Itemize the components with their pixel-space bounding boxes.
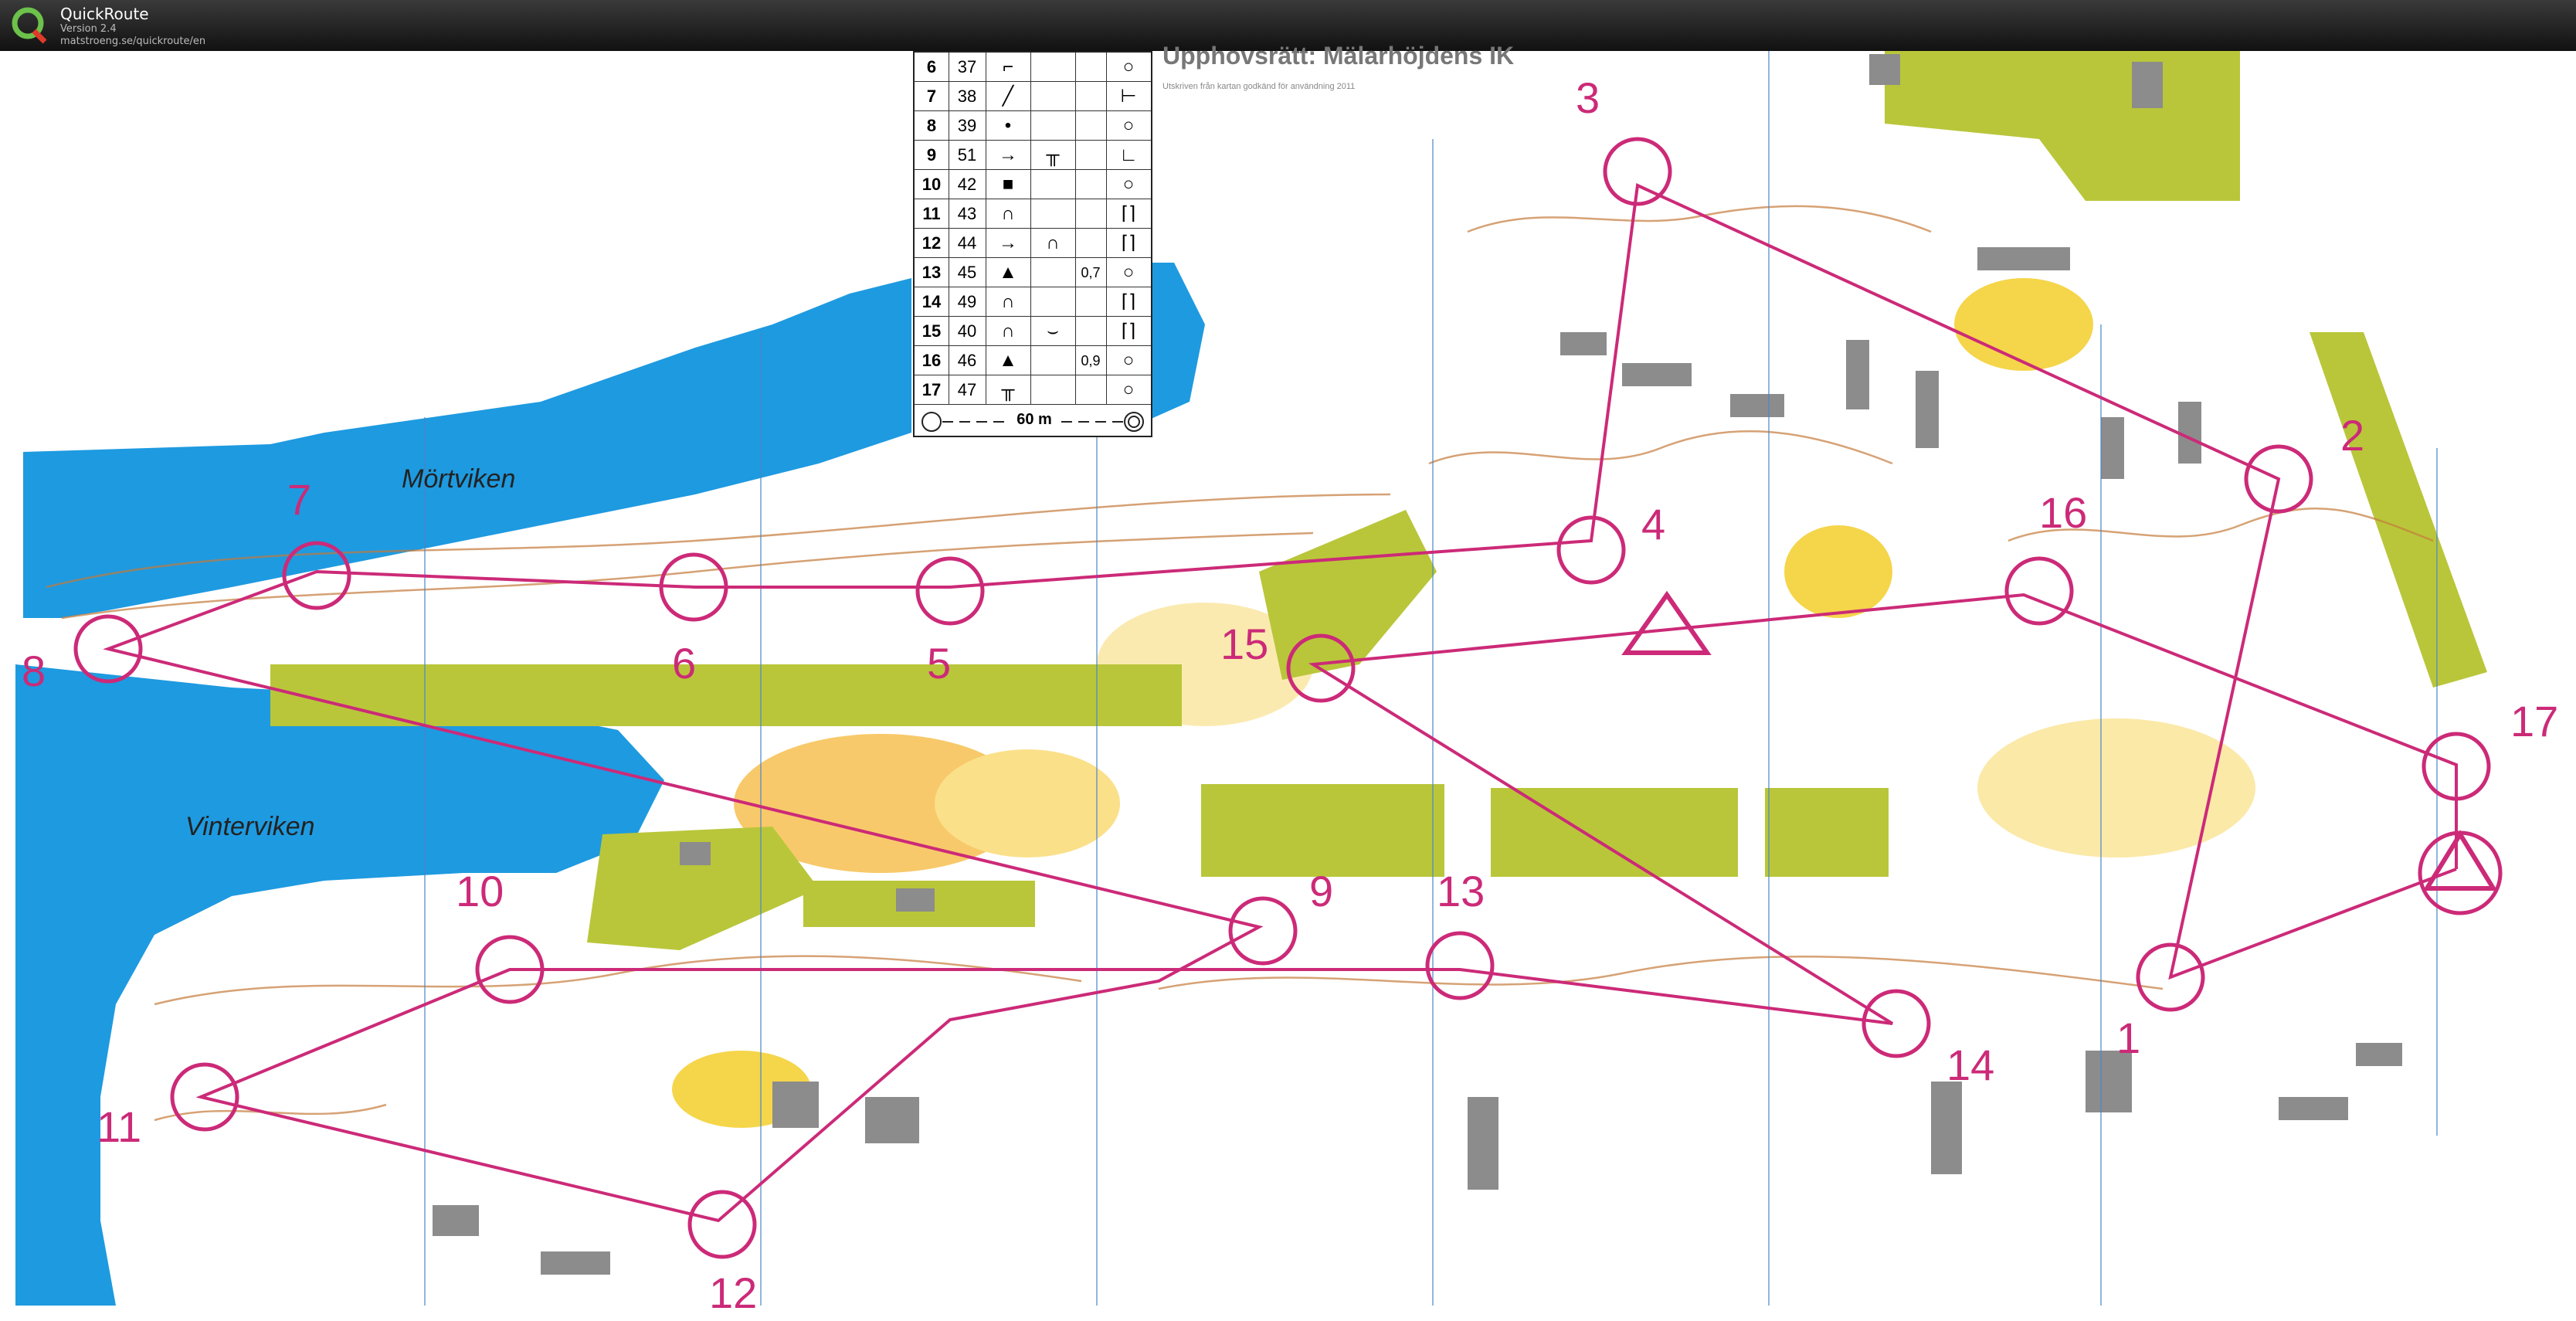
- feature-symbol-icon: ⌐: [986, 53, 1031, 82]
- place-label-mortviken: Mörtviken: [402, 464, 516, 494]
- cd-row: 14 49 ∩ ⌈⌉: [915, 287, 1151, 317]
- control-label-6: 6: [672, 639, 697, 688]
- cd-row: 6 37 ⌐ ○: [915, 53, 1151, 82]
- feature-detail-icon: ⌣: [1030, 317, 1076, 346]
- feature-symbol-icon: ■: [986, 170, 1031, 199]
- location-symbol-icon: ○: [1122, 56, 1135, 77]
- location-symbol-icon: ⌈⌉: [1121, 291, 1136, 312]
- control-label-1: 1: [2116, 1014, 2141, 1062]
- feature-symbol-icon: ▲: [986, 258, 1031, 287]
- finish-distance-row: 60 m: [915, 405, 1151, 439]
- location-symbol-icon: ⌈⌉: [1121, 321, 1136, 341]
- control-label-13: 13: [1437, 867, 1485, 915]
- control-label-12: 12: [709, 1268, 758, 1317]
- control-label-3: 3: [1576, 73, 1600, 122]
- location-symbol-icon: ○: [1122, 350, 1135, 371]
- location-symbol-icon: ⊢: [1120, 86, 1137, 107]
- feature-symbol-icon: ∩: [1030, 229, 1076, 258]
- feature-symbol-icon: •: [986, 111, 1031, 141]
- control-label-2: 2: [2340, 411, 2365, 460]
- cd-row: 10 42 ■ ○: [915, 170, 1151, 199]
- feature-symbol-icon: ╥: [1030, 141, 1076, 170]
- location-symbol-icon: ⌈⌉: [1121, 203, 1136, 224]
- location-symbol-icon: ○: [1122, 262, 1135, 283]
- copyright-subtitle: Utskriven från kartan godkänd för använd…: [1162, 82, 1356, 91]
- feature-symbol-icon: ∩: [986, 317, 1031, 346]
- orienteering-map[interactable]: Upphovsrätt: Mälarhöjdens IK Utskriven f…: [0, 42, 2576, 1321]
- feature-symbol-icon: ╥: [986, 375, 1031, 405]
- feature-symbol-icon: ∩: [986, 287, 1031, 317]
- cd-row: 13 45 ▲ 0,7 ○: [915, 258, 1151, 287]
- location-symbol-icon: ○: [1122, 379, 1135, 400]
- arrow-right-icon: →: [986, 229, 1031, 258]
- app-version: Version 2.4: [60, 23, 117, 35]
- control-label-15: 15: [1220, 620, 1269, 668]
- control-description-table: 6 37 ⌐ ○ 7 38 ╱ ⊢ 8 39 • ○ 9 51 → ╥ ∟ 10…: [913, 51, 1152, 437]
- map-canvas: [0, 51, 2576, 1321]
- location-symbol-icon: ○: [1122, 115, 1135, 136]
- cd-row: 12 44 → ∩ ⌈⌉: [915, 229, 1151, 258]
- control-label-10: 10: [456, 867, 504, 915]
- control-label-8: 8: [22, 647, 46, 695]
- cd-row: 9 51 → ╥ ∟: [915, 141, 1151, 170]
- cd-row: 17 47 ╥ ○: [915, 375, 1151, 405]
- control-label-7: 7: [287, 475, 312, 524]
- feature-symbol-icon: ∩: [986, 199, 1031, 229]
- control-label-4: 4: [1641, 500, 1666, 548]
- app-name: QuickRoute: [60, 5, 149, 23]
- control-label-5: 5: [927, 639, 952, 688]
- copyright-title: Upphovsrätt: Mälarhöjdens IK: [1162, 42, 1515, 70]
- cd-row: 16 46 ▲ 0,9 ○: [915, 346, 1151, 375]
- cd-row: 15 40 ∩ ⌣ ⌈⌉: [915, 317, 1151, 346]
- control-label-14: 14: [1946, 1041, 1995, 1089]
- location-symbol-icon: ○: [1122, 174, 1135, 195]
- feature-symbol-icon: ▲: [986, 346, 1031, 375]
- app-url: matstroeng.se/quickroute/en: [60, 36, 206, 47]
- location-symbol-icon: ⌈⌉: [1121, 233, 1136, 253]
- finish-distance: 60 m: [1016, 411, 1052, 428]
- feature-symbol-icon: ╱: [986, 82, 1031, 111]
- control-label-17: 17: [2510, 697, 2559, 745]
- control-label-16: 16: [2039, 488, 2088, 537]
- quickroute-logo-icon: [12, 7, 47, 44]
- control-label-9: 9: [1309, 867, 1334, 915]
- cd-row: 11 43 ∩ ⌈⌉: [915, 199, 1151, 229]
- place-label-vinterviken: Vinterviken: [185, 812, 315, 841]
- cd-row: 8 39 • ○: [915, 111, 1151, 141]
- cd-row: 7 38 ╱ ⊢: [915, 82, 1151, 111]
- control-label-11: 11: [97, 1102, 142, 1151]
- location-symbol-icon: ∟: [1119, 144, 1138, 165]
- arrow-right-icon: →: [986, 141, 1031, 170]
